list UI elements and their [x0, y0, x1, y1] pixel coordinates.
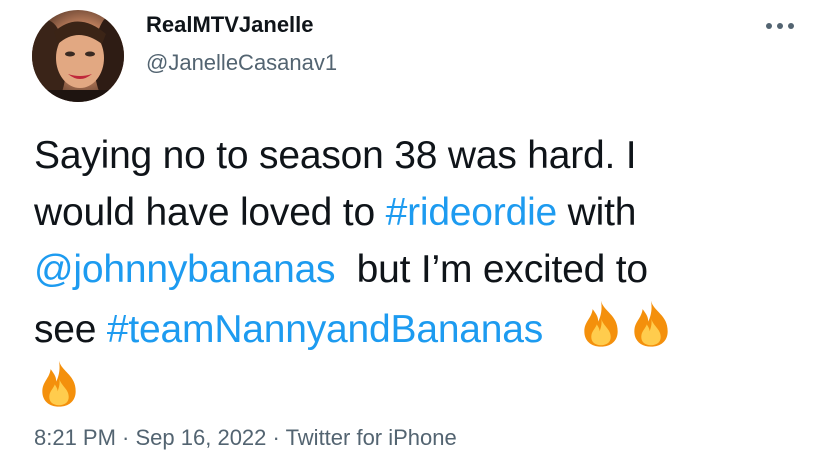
mention-link[interactable]: @johnnybananas — [34, 248, 336, 291]
tweet: RealMTVJanelle @JanelleCasanav1 Saying n… — [0, 0, 828, 461]
separator: · — [266, 425, 286, 450]
tweet-source[interactable]: Twitter for iPhone — [286, 425, 457, 450]
hashtag-link[interactable]: #rideordie — [386, 191, 558, 234]
tweet-text-segment: with — [557, 191, 637, 234]
fire-emoji-icon — [42, 360, 76, 407]
more-button[interactable] — [758, 8, 802, 44]
avatar[interactable] — [32, 10, 124, 102]
fire-emoji-icon — [634, 300, 668, 347]
tweet-meta: 8:21 PM · Sep 16, 2022 · Twitter for iPh… — [34, 425, 457, 451]
tweet-text-segment: see — [34, 308, 107, 351]
hashtag-link[interactable]: #teamNannyandBananas — [107, 308, 543, 351]
tweet-text-segment: would have loved to — [34, 191, 386, 234]
tweet-text-segment: but I’m excited to — [335, 248, 648, 291]
tweet-time[interactable]: 8:21 PM — [34, 425, 116, 450]
more-horizontal-icon — [766, 23, 794, 29]
tweet-date[interactable]: Sep 16, 2022 — [136, 425, 267, 450]
fire-emoji-icon — [584, 300, 618, 347]
user-handle[interactable]: @JanelleCasanav1 — [146, 50, 337, 76]
tweet-text: Saying no to season 38 was hard. I would… — [34, 127, 814, 418]
display-name[interactable]: RealMTVJanelle — [146, 12, 314, 38]
tweet-text-line: Saying no to season 38 was hard. I — [34, 134, 637, 177]
profile-photo-icon — [32, 15, 124, 102]
separator: · — [115, 425, 136, 450]
